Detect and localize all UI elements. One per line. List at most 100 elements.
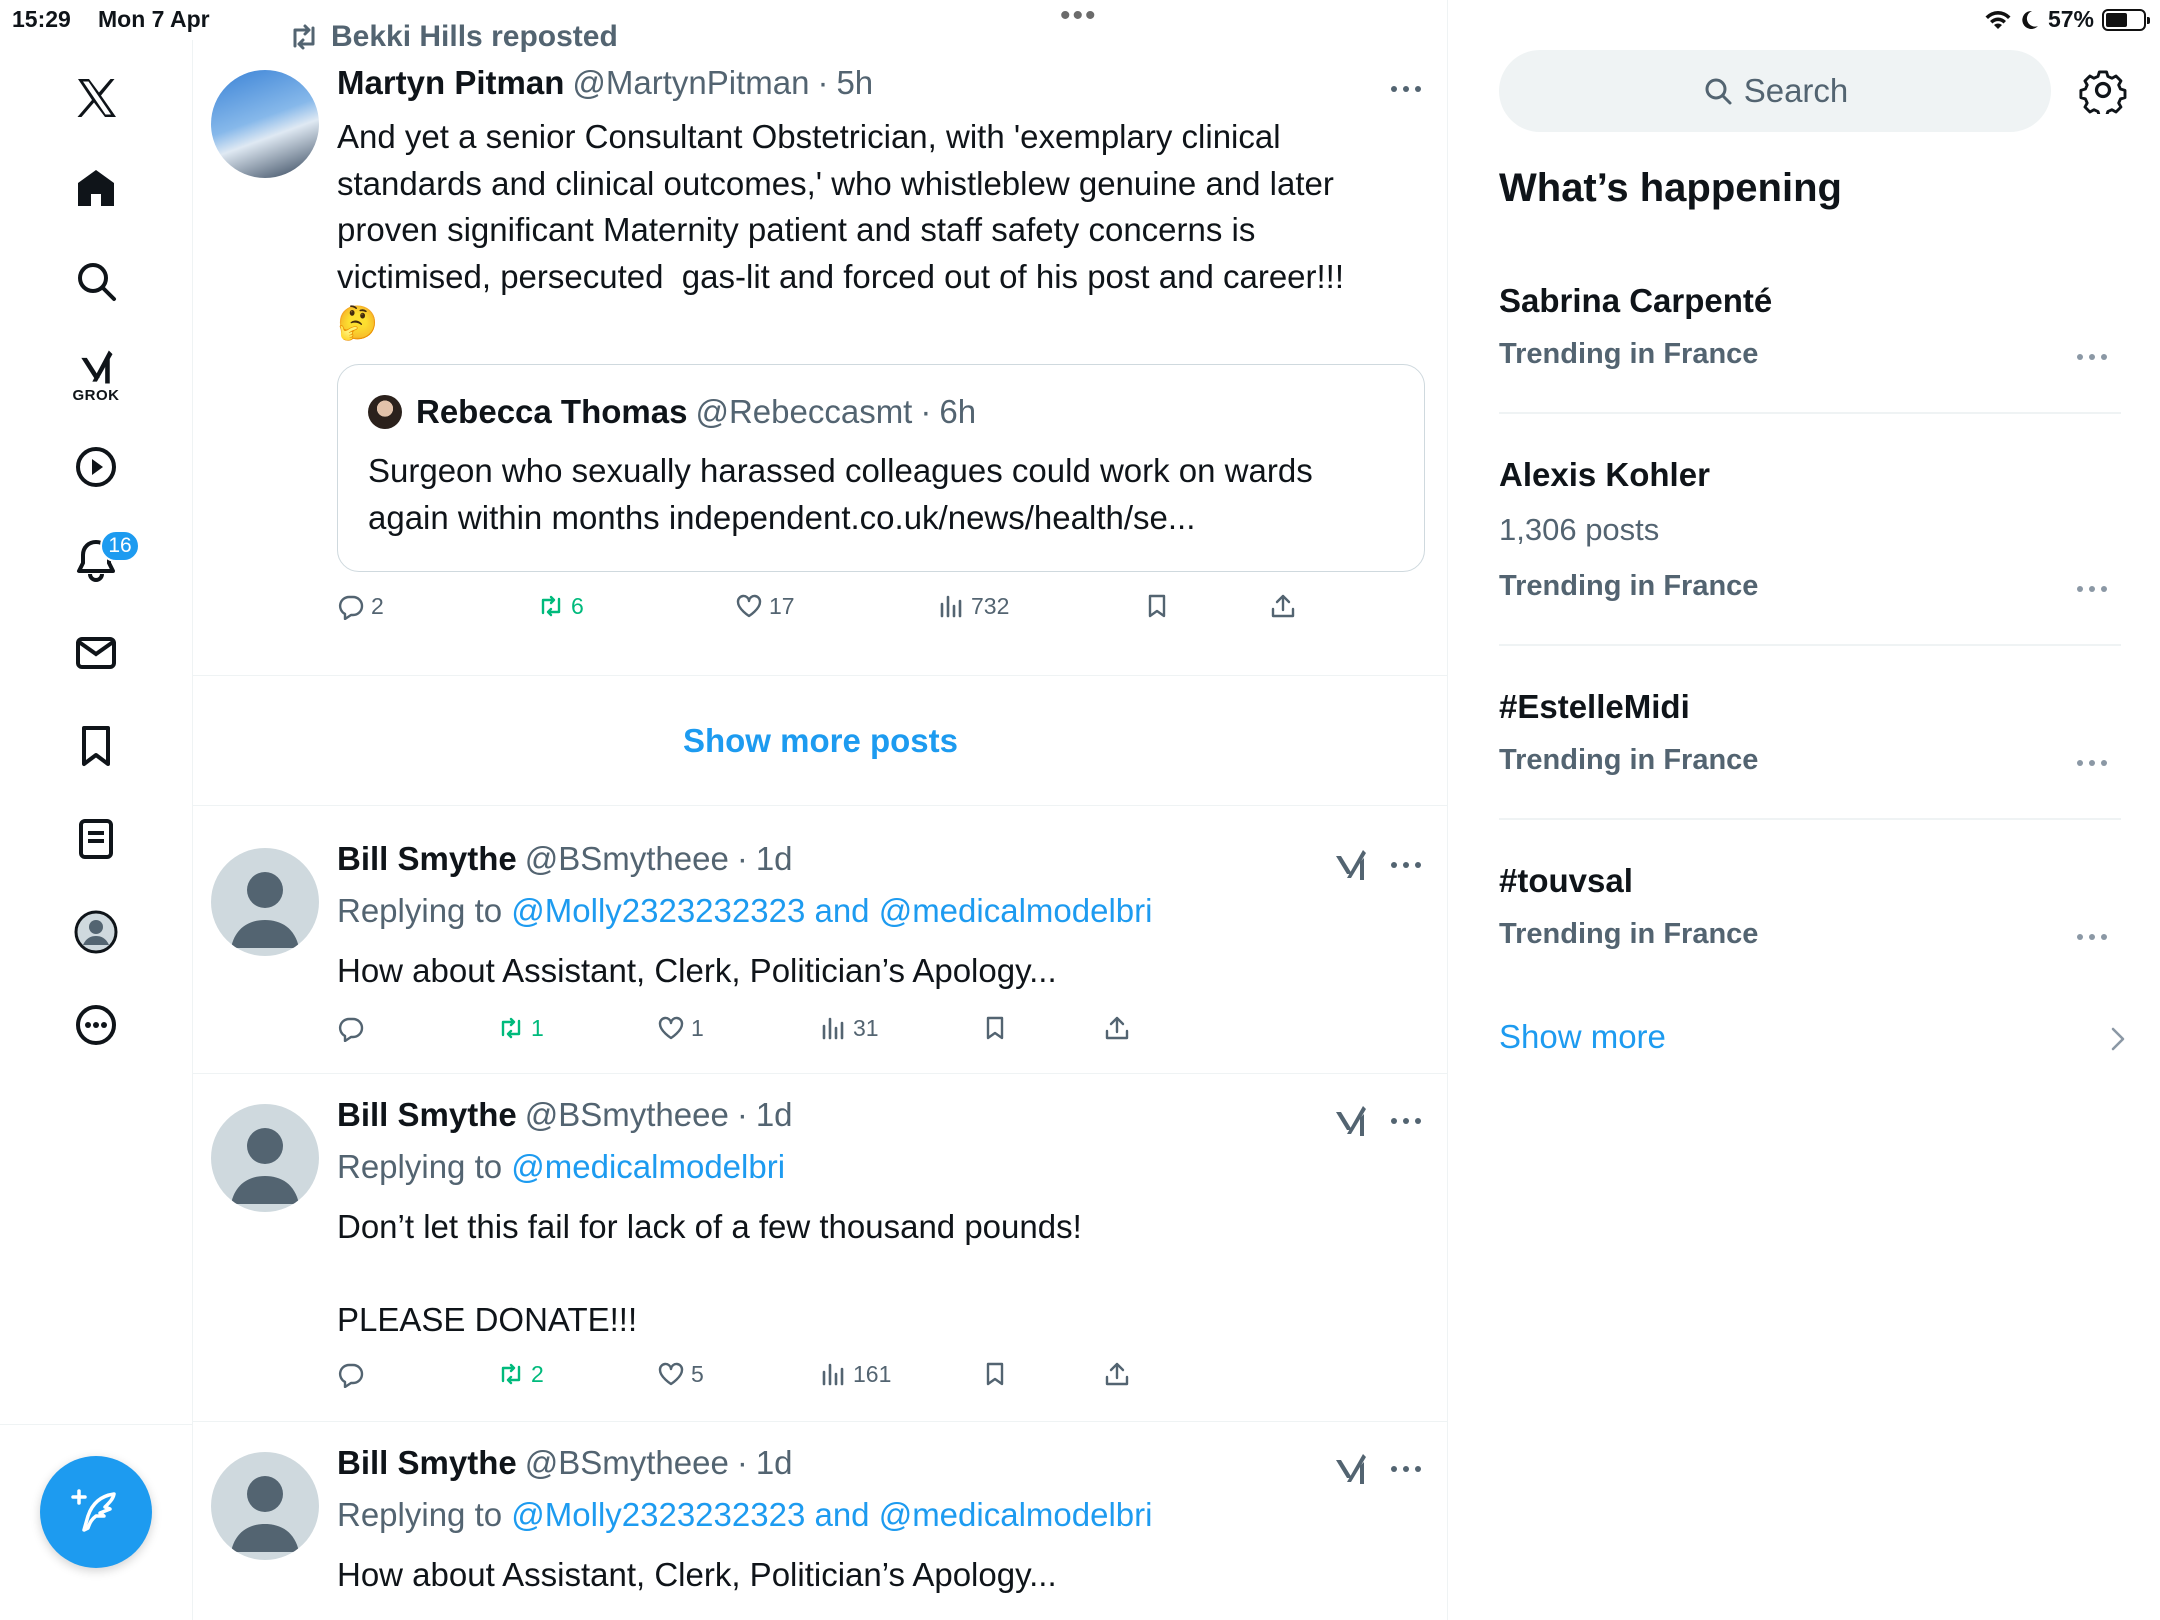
reply-button[interactable]: 2 [337,592,384,620]
bookmarks-icon[interactable] [60,710,132,782]
x-logo-icon[interactable] [60,62,132,134]
repost-button[interactable]: 6 [537,592,584,620]
trend-item[interactable]: #EstelleMidi Trending in France [1499,678,2121,820]
post-more-icon[interactable] [1386,1454,1426,1484]
reply-icon [338,595,364,620]
trend-item[interactable]: #touvsal Trending in France [1499,852,2121,994]
trend-name: #touvsal [1499,862,1633,899]
author-handle[interactable]: @BSmytheee [525,840,729,878]
trend-divider [1499,412,2121,414]
trend-more-icon[interactable] [2075,758,2109,768]
avatar[interactable] [211,70,319,178]
author-name[interactable]: Martyn Pitman [337,64,564,102]
trend-name: Alexis Kohler [1499,456,1710,493]
chevron-right-icon[interactable] [2107,1026,2129,1052]
trend-context: Trending in France [1499,918,1759,950]
bookmark-button[interactable] [1143,592,1171,620]
profile-icon[interactable] [60,896,132,968]
post-header: Bill Smythe @BSmytheee · 1d [337,840,793,878]
post-more-icon[interactable] [1386,1106,1426,1136]
show-more-posts-button[interactable]: Show more posts [193,676,1447,806]
home-icon[interactable] [60,152,132,224]
post-time[interactable]: 1d [756,840,793,878]
grok-explain-icon[interactable] [1332,1102,1370,1140]
replying-to-prefix: Replying to [337,1496,512,1533]
video-icon[interactable] [60,431,132,503]
reposted-by-text: Bekki Hills reposted [331,20,618,53]
reply-post[interactable]: Bill Smythe @BSmytheee · 1d Replying to … [193,1074,1447,1422]
grok-explain-icon[interactable] [1332,846,1370,884]
quoted-post[interactable]: Rebecca Thomas @Rebeccasmt · 6h Surgeon … [337,364,1425,572]
separator-dot: · [736,1444,748,1481]
trend-more-icon[interactable] [2075,932,2109,942]
show-more-trends-link[interactable]: Show more [1499,1018,1666,1056]
reply-button[interactable] [337,1360,371,1388]
reply-button[interactable] [337,1014,371,1042]
share-icon [1105,1362,1129,1386]
views-count: 161 [853,1360,892,1387]
author-handle[interactable]: @MartynPitman [572,64,809,102]
views-chart-icon [940,595,962,618]
trend-more-icon[interactable] [2075,584,2109,594]
post-more-icon[interactable] [1386,74,1426,104]
author-name[interactable]: Bill Smythe [337,840,517,878]
post-actions: 2 5 161 [337,1360,1337,1396]
views-button[interactable]: 31 [819,1014,879,1042]
whats-happening-title: What’s happening [1499,166,1842,210]
left-navigation-rail: GROK 16 [0,40,193,1620]
messages-icon[interactable] [60,617,132,689]
post-time[interactable]: 1d [756,1096,793,1134]
reply-post[interactable]: Bill Smythe @BSmytheee · 1d Replying to … [193,806,1447,1074]
bookmark-button[interactable] [981,1014,1009,1042]
mention-link[interactable]: @medicalmodelbri [511,1148,785,1185]
share-button[interactable] [1103,1360,1131,1388]
post-header: Martyn Pitman @MartynPitman · 5h [337,64,873,102]
reposted-post[interactable]: Bekki Hills reposted Martyn Pitman @Mart… [193,0,1447,676]
compose-button[interactable] [40,1456,152,1568]
default-avatar-icon[interactable] [211,1104,319,1212]
search-input[interactable]: Search [1499,50,2051,132]
notifications-icon[interactable]: 16 [60,524,140,596]
post-time[interactable]: 5h [836,64,873,102]
author-handle[interactable]: @BSmytheee [525,1444,729,1482]
trend-more-icon[interactable] [2075,352,2109,362]
mention-link[interactable]: @Molly2323232323 and @medicalmodelbri [511,1496,1152,1533]
bookmark-icon [986,1016,1004,1040]
more-icon[interactable] [60,989,132,1061]
views-button[interactable]: 161 [819,1360,891,1388]
reply-post[interactable]: Bill Smythe @BSmytheee · 1d Replying to … [193,1422,1447,1620]
grok-explain-icon[interactable] [1332,1450,1370,1488]
quote-avatar[interactable] [368,395,402,429]
author-name[interactable]: Bill Smythe [337,1444,517,1482]
trend-item[interactable]: Alexis Kohler 1,306 posts Trending in Fr… [1499,446,2121,646]
share-button[interactable] [1269,592,1297,620]
post-more-icon[interactable] [1386,850,1426,880]
like-count: 1 [691,1014,704,1041]
like-button[interactable]: 1 [657,1014,704,1042]
default-avatar-icon[interactable] [211,1452,319,1560]
replying-to-line: Replying to @Molly2323232323 and @medica… [337,892,1152,930]
repost-button[interactable]: 2 [497,1360,544,1388]
reply-icon [338,1017,364,1042]
bookmark-button[interactable] [981,1360,1009,1388]
views-button[interactable]: 732 [937,592,1009,620]
like-button[interactable]: 5 [657,1360,704,1388]
trend-item[interactable]: Sabrina Carpenté Trending in France [1499,272,2121,414]
like-button[interactable]: 17 [735,592,795,620]
lists-icon[interactable] [60,803,132,875]
grok-icon[interactable]: GROK [60,338,132,410]
repost-count: 1 [531,1014,544,1041]
trend-post-count: 1,306 posts [1499,512,1660,547]
default-avatar-icon[interactable] [211,848,319,956]
author-handle[interactable]: @BSmytheee [525,1096,729,1134]
mention-link[interactable]: @Molly2323232323 and @medicalmodelbri [511,892,1152,929]
repost-button[interactable]: 1 [497,1014,544,1042]
post-body: And yet a senior Consultant Obstetrician… [337,118,1345,295]
bookmark-icon [1148,594,1166,618]
author-name[interactable]: Bill Smythe [337,1096,517,1134]
post-time[interactable]: 1d [756,1444,793,1482]
search-icon[interactable] [60,245,132,317]
settings-gear-icon[interactable] [2079,66,2127,114]
share-button[interactable] [1103,1014,1131,1042]
post-header: Bill Smythe @BSmytheee · 1d [337,1096,793,1134]
